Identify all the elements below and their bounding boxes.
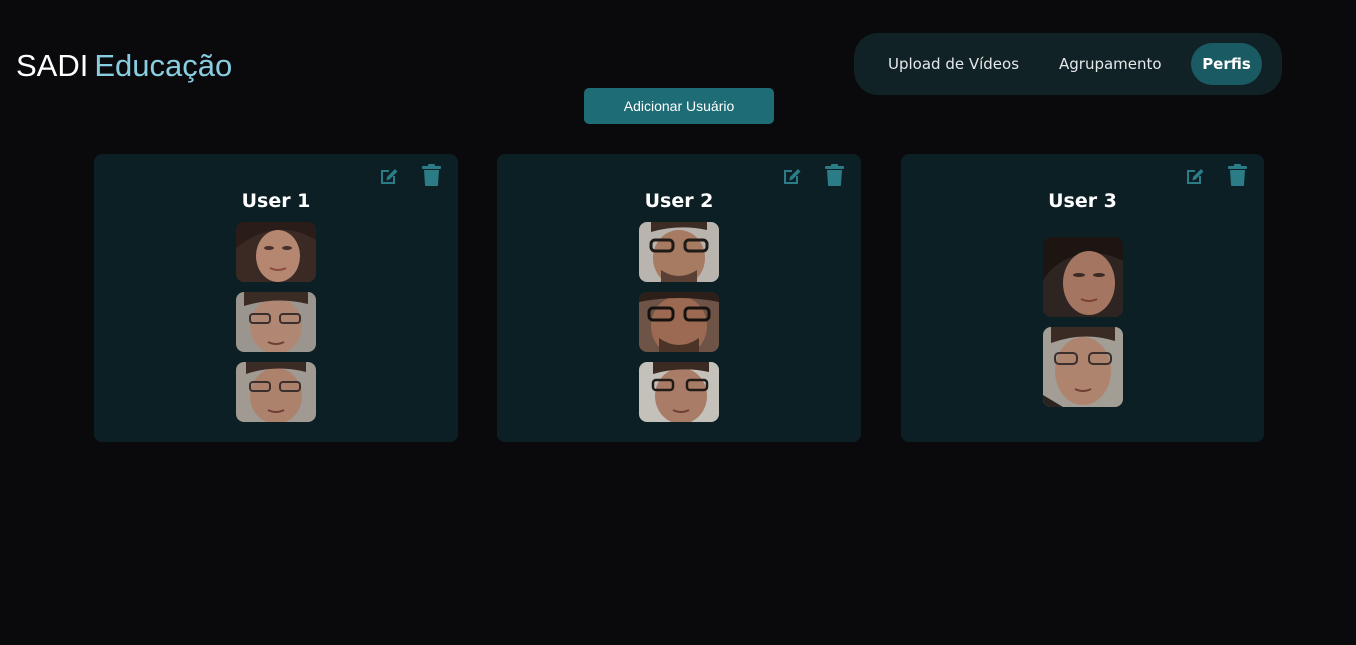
- brand-name: SADI: [16, 48, 89, 83]
- face-thumbnail[interactable]: [1042, 237, 1123, 317]
- face-list: [94, 222, 458, 432]
- face-thumbnail[interactable]: [639, 222, 719, 282]
- face-thumbnail[interactable]: [236, 362, 316, 422]
- user-name: User 1: [241, 190, 311, 212]
- user-card: User 1: [94, 154, 458, 442]
- trash-icon[interactable]: [825, 164, 844, 186]
- add-user-button[interactable]: Adicionar Usuário: [584, 88, 774, 124]
- brand-subtitle: Educação: [94, 48, 233, 83]
- face-thumbnail[interactable]: [1042, 327, 1123, 407]
- trash-icon[interactable]: [422, 164, 441, 186]
- user-card: User 3: [901, 154, 1264, 442]
- user-name: User 2: [644, 190, 714, 212]
- nav-item-upload-videos[interactable]: Upload de Vídeos: [888, 43, 1019, 85]
- nav-item-grouping[interactable]: Agrupamento: [1059, 43, 1162, 85]
- nav-item-profiles[interactable]: Perfis: [1191, 43, 1262, 85]
- user-name: User 3: [1048, 190, 1117, 212]
- edit-icon[interactable]: [781, 165, 803, 187]
- face-thumbnail[interactable]: [236, 222, 316, 282]
- face-thumbnail[interactable]: [236, 292, 316, 352]
- face-thumbnail[interactable]: [639, 362, 719, 422]
- main-nav: Upload de Vídeos Agrupamento Perfis: [854, 33, 1282, 95]
- user-card: User 2: [497, 154, 861, 442]
- brand-logo[interactable]: SADI Educação: [16, 46, 232, 86]
- edit-icon[interactable]: [1184, 165, 1206, 187]
- face-thumbnail[interactable]: [639, 292, 719, 352]
- edit-icon[interactable]: [378, 165, 400, 187]
- app-root: SADI Educação Upload de Vídeos Agrupament…: [0, 0, 1356, 645]
- face-list: [497, 222, 861, 432]
- trash-icon[interactable]: [1228, 164, 1247, 186]
- face-list: [901, 237, 1264, 417]
